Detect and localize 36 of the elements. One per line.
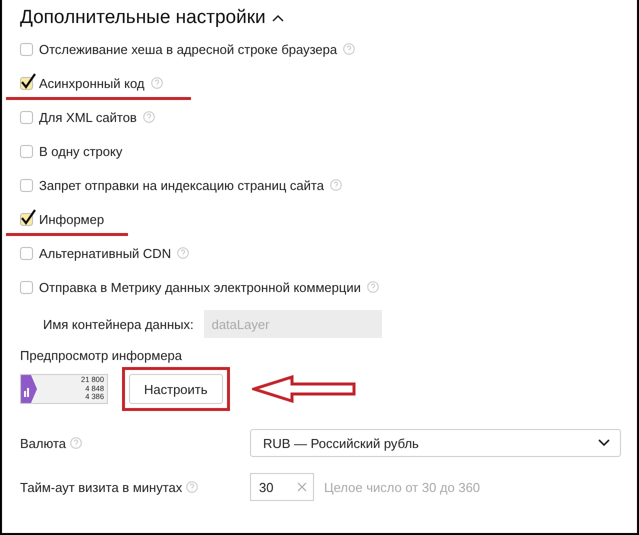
help-icon[interactable] bbox=[70, 437, 82, 449]
field-label: Валюта bbox=[20, 436, 66, 450]
input-field[interactable]: 30 bbox=[250, 473, 314, 501]
currency-select[interactable]: RUB — Российский рубль bbox=[250, 429, 621, 457]
help-icon[interactable] bbox=[186, 481, 198, 493]
checkbox[interactable] bbox=[20, 246, 33, 260]
help-icon[interactable] bbox=[343, 43, 356, 55]
option-label: Альтернативный CDN bbox=[39, 246, 172, 260]
field-label: Имя контейнера данных: bbox=[43, 316, 194, 332]
clear-icon[interactable] bbox=[297, 482, 307, 492]
help-icon[interactable] bbox=[366, 281, 379, 293]
preview-label: Предпросмотр информера bbox=[20, 348, 184, 363]
help-icon[interactable] bbox=[142, 111, 155, 123]
help-icon[interactable] bbox=[177, 247, 190, 259]
field-label: Тайм-аут визита в минутах bbox=[20, 480, 182, 494]
option-label: Отслеживание хеша в адресной строке браузера bbox=[39, 42, 338, 56]
option-label: Асинхронный код bbox=[39, 76, 145, 90]
hint-text: Целое число от 30 до 360 bbox=[324, 480, 480, 494]
checkbox[interactable] bbox=[20, 42, 33, 56]
section-title: Дополнительные настройки bbox=[20, 7, 266, 29]
field-value: 30 bbox=[259, 480, 274, 494]
option-label: В одну строку bbox=[39, 144, 122, 158]
logo-icon bbox=[21, 375, 37, 403]
option-label: Информер bbox=[39, 212, 104, 226]
chevron-icon[interactable] bbox=[272, 14, 284, 22]
checkbox[interactable] bbox=[20, 110, 33, 124]
configure-button[interactable]: Настроить bbox=[129, 374, 223, 404]
help-icon[interactable] bbox=[330, 179, 342, 191]
chevron-down-icon bbox=[598, 439, 610, 447]
option-label: Отправка в Метрику данных электронной коммерции bbox=[39, 280, 361, 294]
checkbox[interactable] bbox=[20, 144, 33, 158]
option-label: Для XML сайтов bbox=[39, 110, 137, 124]
checkbox[interactable] bbox=[20, 280, 33, 294]
help-icon[interactable] bbox=[150, 77, 163, 89]
option-label: Запрет отправки на индексацию страниц сайта bbox=[39, 178, 324, 192]
checkbox[interactable] bbox=[20, 178, 33, 192]
